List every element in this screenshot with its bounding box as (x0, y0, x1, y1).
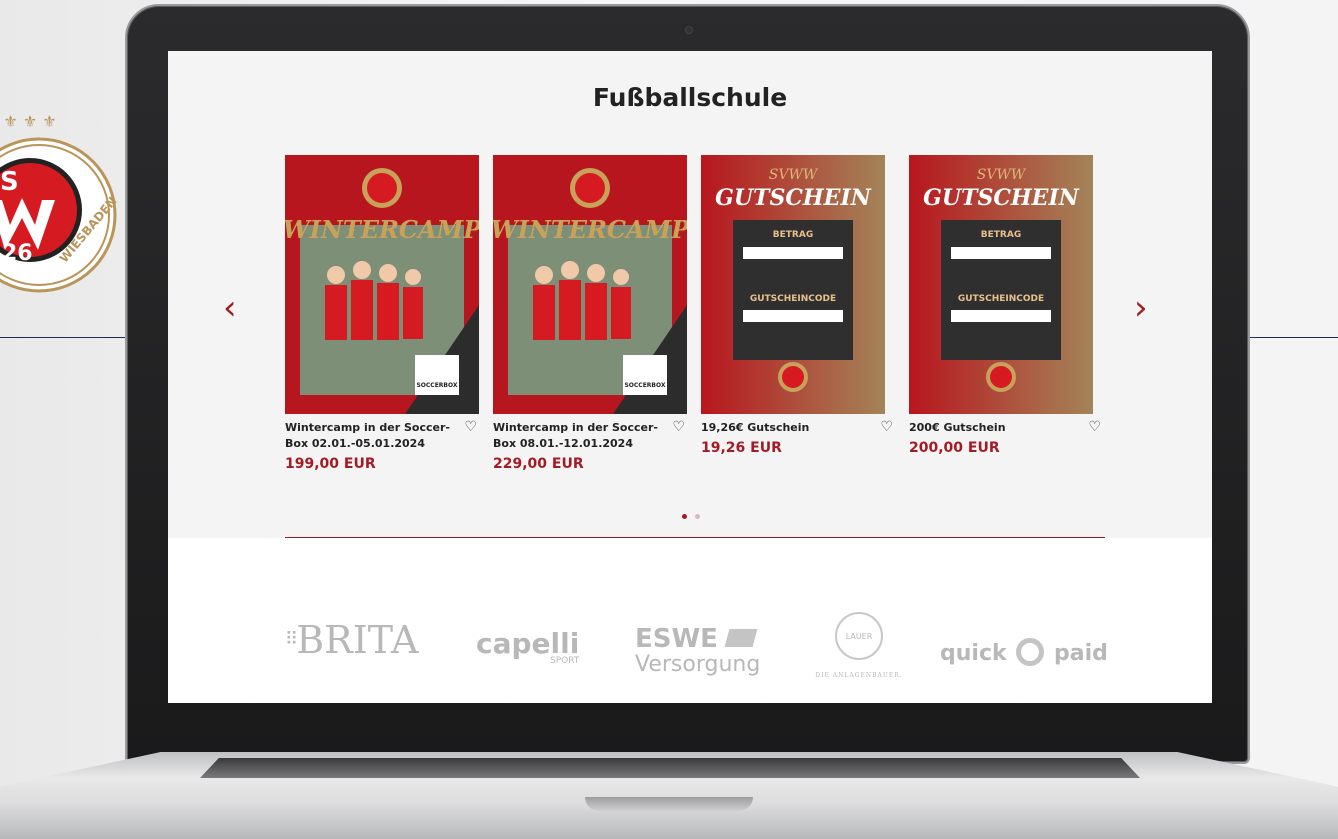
camera-icon (685, 26, 693, 34)
product-price: 199,00 EUR (285, 456, 376, 472)
carousel-next-arrow[interactable]: › (1134, 291, 1148, 325)
sponsor-quickpaid-logo[interactable]: quick paid (940, 638, 1108, 666)
svg-text:SOCCERBOX: SOCCERBOX (624, 382, 665, 389)
product-image[interactable]: SVWW GUTSCHEIN BETRAG GUTSCHEINCODE (701, 155, 895, 414)
product-card[interactable]: SVWW GUTSCHEIN BETRAG GUTSCHEINCODE 200€… (909, 155, 1103, 456)
sponsor-eswe-logo[interactable]: ESWE Versorgung (635, 626, 760, 678)
svg-text:⚜ ⚜ ⚜: ⚜ ⚜ ⚜ (3, 112, 56, 131)
product-name[interactable]: Wintercamp in der Soccer-Box 08.01.-12.0… (493, 420, 663, 452)
svg-text:SVWW: SVWW (977, 167, 1027, 183)
product-image[interactable]: WINTERCAMP SOCCERBOX (493, 155, 687, 414)
svg-text:26: 26 (2, 241, 33, 266)
product-name[interactable]: Wintercamp in der Soccer-Box 02.01.-05.0… (285, 420, 455, 452)
product-image[interactable]: WINTERCAMP SOCCERBOX (285, 155, 479, 414)
svg-text:GUTSCHEINCODE: GUTSCHEINCODE (958, 294, 1044, 304)
wishlist-heart-icon[interactable]: ♡ (1088, 419, 1101, 435)
product-image[interactable]: SVWW GUTSCHEIN BETRAG GUTSCHEINCODE (909, 155, 1103, 414)
product-card[interactable]: SVWW GUTSCHEIN BETRAG GUTSCHEINCODE 19,2… (701, 155, 895, 456)
carousel-dot[interactable] (695, 514, 700, 519)
svg-text:GUTSCHEIN: GUTSCHEIN (923, 185, 1080, 211)
wishlist-heart-icon[interactable]: ♡ (464, 419, 477, 435)
svg-text:SVWW: SVWW (769, 167, 819, 183)
laptop-screen: Fußballschule ‹ › WINTERCAMP SOCCERBOX W… (168, 51, 1212, 703)
sponsor-capelli-logo[interactable]: capelli SPORT (476, 630, 579, 667)
background-line-right (1250, 337, 1338, 338)
carousel-prev-arrow[interactable]: ‹ (223, 291, 237, 325)
section-title: Fußballschule (592, 83, 788, 112)
svg-text:BETRAG: BETRAG (981, 230, 1021, 240)
club-badge-logo: S 26 WIESBADEN ⚜ ⚜ ⚜ (0, 112, 118, 293)
product-card[interactable]: WINTERCAMP SOCCERBOX Wintercamp in der S… (493, 155, 687, 472)
product-price: 229,00 EUR (493, 456, 584, 472)
product-price: 19,26 EUR (701, 440, 782, 456)
product-name[interactable]: 19,26€ Gutschein (701, 420, 871, 436)
background-line-left (0, 337, 125, 338)
product-price: 200,00 EUR (909, 440, 1000, 456)
svg-text:BETRAG: BETRAG (773, 230, 813, 240)
sponsor-bar: ⠿BRITA capelli SPORT ESWE Versorgung LAU… (168, 538, 1212, 703)
product-name[interactable]: 200€ Gutschein (909, 420, 1079, 436)
product-card[interactable]: WINTERCAMP SOCCERBOX Wintercamp in der S… (285, 155, 479, 472)
svg-text:SOCCERBOX: SOCCERBOX (416, 382, 457, 389)
svg-text:GUTSCHEINCODE: GUTSCHEINCODE (750, 294, 836, 304)
carousel-dots (682, 504, 708, 523)
svg-text:WINTERCAMP: WINTERCAMP (285, 215, 479, 244)
laptop-notch (585, 797, 753, 811)
svg-text:GUTSCHEIN: GUTSCHEIN (715, 185, 872, 211)
sponsor-lauer-logo[interactable]: LAUER DIE ANLAGENBAUER. (808, 612, 910, 679)
svg-text:S: S (0, 167, 19, 197)
carousel-dot-active[interactable] (682, 514, 687, 519)
wishlist-heart-icon[interactable]: ♡ (880, 419, 893, 435)
wishlist-heart-icon[interactable]: ♡ (672, 419, 685, 435)
laptop-keyboard-strip (200, 758, 1140, 778)
sponsor-brita-logo[interactable]: ⠿BRITA (285, 618, 418, 662)
svg-text:WINTERCAMP: WINTERCAMP (493, 215, 687, 244)
